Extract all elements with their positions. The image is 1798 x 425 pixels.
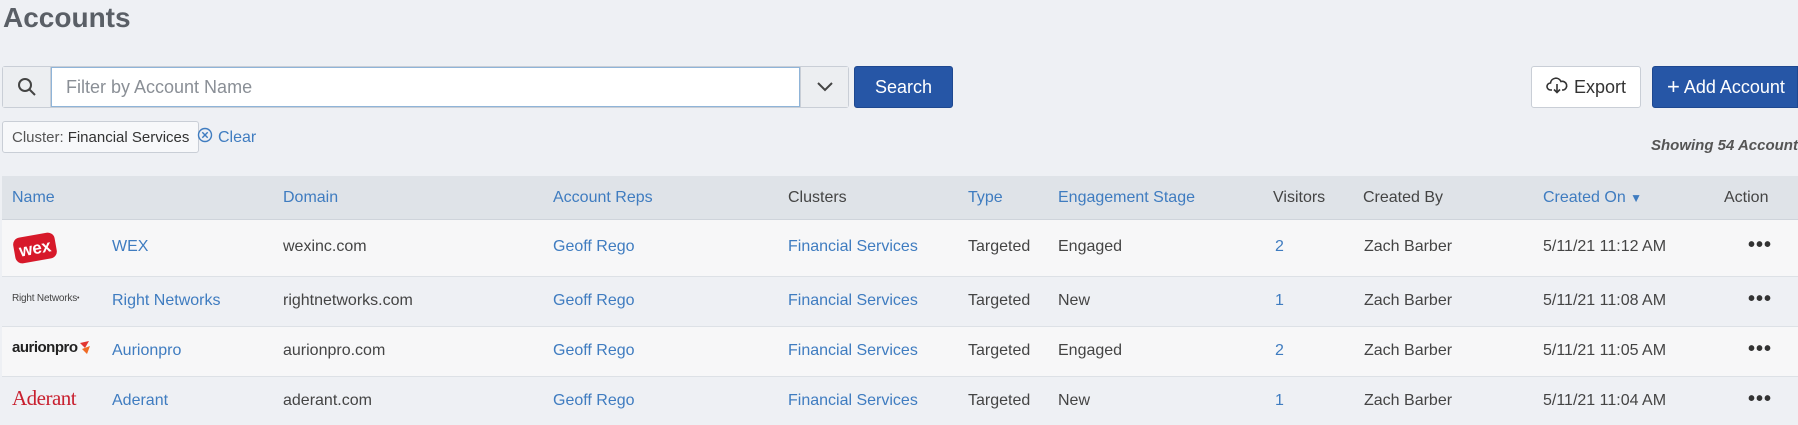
cluster-link[interactable]: Financial Services [788, 392, 918, 410]
account-domain: rightnetworks.com [283, 292, 413, 309]
account-name-link[interactable]: Right Networks [112, 292, 220, 310]
header-action: Action [1724, 189, 1769, 206]
created-on: 5/11/21 11:12 AM [1543, 238, 1667, 255]
created-by: Zach Barber [1364, 238, 1453, 255]
chip-value: Financial Services [67, 128, 190, 146]
showing-count: Showing 54 Accounts [1651, 137, 1798, 154]
account-type: Targeted [968, 392, 1031, 409]
account-type: Targeted [968, 238, 1031, 255]
header-domain[interactable]: Domain [283, 189, 338, 207]
table-row: aurionpro Aurionpro aurionpro.com Geoff … [2, 327, 1798, 377]
aderant-logo: Aderant [12, 386, 77, 410]
table-row: Right Networks • Right Networks rightnetw… [2, 277, 1798, 327]
header-name[interactable]: Name [12, 189, 55, 207]
table-row: wex WEX wexinc.com Geoff Rego Financial … [2, 220, 1798, 277]
export-label: Export [1573, 76, 1627, 97]
aurionpro-logo: aurionpro [12, 339, 92, 356]
account-name-link[interactable]: Aderant [112, 392, 168, 410]
engagement-stage: Engaged [1058, 238, 1123, 255]
table-row: Aderant Aderant aderant.com Geoff Rego F… [2, 377, 1798, 425]
created-on: 5/11/21 11:05 AM [1543, 342, 1667, 359]
cluster-link[interactable]: Financial Services [788, 292, 918, 310]
search-button[interactable]: Search [854, 66, 953, 108]
visitors-link[interactable]: 2 [1275, 238, 1284, 256]
account-type: Targeted [968, 342, 1031, 359]
header-type[interactable]: Type [968, 189, 1003, 207]
close-circle-icon [197, 127, 213, 148]
row-actions-menu[interactable]: ••• [1748, 288, 1772, 311]
header-created-on[interactable]: Created On ▼ [1543, 189, 1642, 207]
search-input[interactable] [51, 67, 800, 107]
row-actions-menu[interactable]: ••• [1748, 388, 1772, 411]
header-engagement-stage[interactable]: Engagement Stage [1058, 189, 1195, 207]
account-domain: wexinc.com [283, 238, 367, 255]
header-created-by: Created By [1363, 189, 1444, 206]
row-actions-menu[interactable]: ••• [1748, 234, 1772, 257]
account-domain: aurionpro.com [283, 342, 386, 359]
created-on: 5/11/21 11:04 AM [1543, 392, 1667, 409]
header-created-on-label: Created On [1543, 189, 1626, 206]
engagement-stage: New [1058, 392, 1091, 409]
table-header: Name Domain Account Reps Clusters Type E… [2, 176, 1798, 220]
clear-label: Clear [218, 128, 257, 146]
search-box [2, 66, 849, 108]
account-rep-link[interactable]: Geoff Rego [553, 238, 635, 256]
header-visitors: Visitors [1273, 189, 1326, 206]
clear-filter-link[interactable]: Clear [197, 127, 256, 148]
engagement-stage: Engaged [1058, 342, 1123, 359]
visitors-link[interactable]: 2 [1275, 342, 1284, 360]
account-domain: aderant.com [283, 392, 372, 409]
chip-key: Cluster: [12, 128, 64, 146]
account-name-link[interactable]: Aurionpro [112, 342, 181, 360]
plus-icon: + [1667, 74, 1680, 99]
account-rep-link[interactable]: Geoff Rego [553, 342, 635, 360]
created-on: 5/11/21 11:08 AM [1543, 292, 1667, 309]
add-account-button[interactable]: + Add Account [1652, 66, 1798, 108]
created-by: Zach Barber [1364, 392, 1453, 409]
account-name-link[interactable]: WEX [112, 238, 148, 256]
sort-desc-icon: ▼ [1630, 191, 1643, 205]
created-by: Zach Barber [1364, 292, 1453, 309]
add-account-label: Add Account [1683, 76, 1785, 97]
page-title: Accounts [3, 2, 131, 33]
engagement-stage: New [1058, 292, 1091, 309]
cluster-filter-chip[interactable]: Cluster: Financial Services [2, 121, 200, 153]
account-rep-link[interactable]: Geoff Rego [553, 392, 635, 410]
export-button[interactable]: Export [1531, 66, 1641, 108]
cluster-link[interactable]: Financial Services [788, 238, 918, 256]
right-networks-logo: Right Networks • [12, 293, 80, 304]
visitors-link[interactable]: 1 [1275, 392, 1284, 410]
accounts-table: Name Domain Account Reps Clusters Type E… [2, 176, 1798, 425]
account-rep-link[interactable]: Geoff Rego [553, 292, 635, 310]
created-by: Zach Barber [1364, 342, 1453, 359]
header-account-reps[interactable]: Account Reps [553, 189, 653, 207]
search-icon[interactable] [3, 67, 51, 107]
visitors-link[interactable]: 1 [1275, 292, 1284, 310]
chevron-down-icon[interactable] [800, 67, 848, 107]
account-type: Targeted [968, 292, 1031, 309]
wex-logo: wex [12, 229, 58, 267]
cluster-link[interactable]: Financial Services [788, 342, 918, 360]
header-clusters: Clusters [788, 189, 847, 206]
row-actions-menu[interactable]: ••• [1748, 338, 1772, 361]
cloud-download-icon [1546, 76, 1568, 99]
